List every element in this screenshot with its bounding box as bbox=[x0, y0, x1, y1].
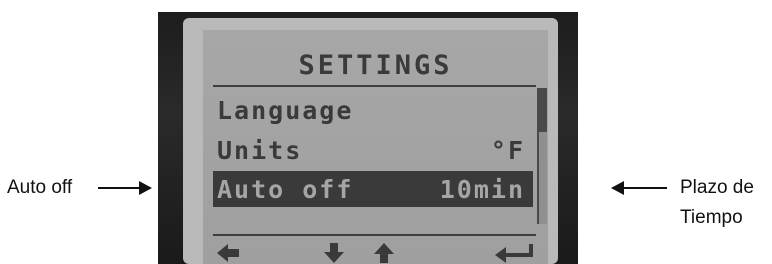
callout-auto-off: Auto off bbox=[7, 177, 73, 198]
menu-row-value: °F bbox=[490, 136, 525, 165]
menu-row-language[interactable]: Language bbox=[213, 92, 533, 128]
up-arrow-icon[interactable] bbox=[371, 242, 397, 264]
enter-return-icon[interactable] bbox=[493, 242, 537, 264]
settings-title: SETTINGS bbox=[298, 50, 453, 81]
menu-row-label: Auto off bbox=[217, 175, 354, 204]
menu-row-units[interactable]: Units °F bbox=[213, 132, 533, 168]
softkey-divider bbox=[213, 234, 536, 236]
menu-row-label: Units bbox=[217, 136, 303, 165]
scrollbar-thumb[interactable] bbox=[539, 88, 547, 132]
down-arrow-icon[interactable] bbox=[321, 242, 347, 264]
scrollbar[interactable] bbox=[537, 88, 547, 224]
menu-row-auto-off[interactable]: Auto off 10min bbox=[213, 171, 533, 207]
lcd-screen: SETTINGS Language Units °F Auto off 10mi… bbox=[203, 30, 548, 264]
menu-row-label: Language bbox=[217, 96, 354, 125]
callout-plazo-line2: Tiempo bbox=[680, 207, 743, 228]
callout-arrow-right-icon bbox=[98, 181, 152, 195]
title-divider bbox=[213, 85, 536, 87]
callout-plazo-line1: Plazo de bbox=[680, 177, 754, 198]
callout-arrow-left-icon bbox=[611, 181, 667, 195]
left-arrow-icon[interactable] bbox=[215, 242, 241, 264]
menu-row-value: 10min bbox=[439, 175, 525, 204]
